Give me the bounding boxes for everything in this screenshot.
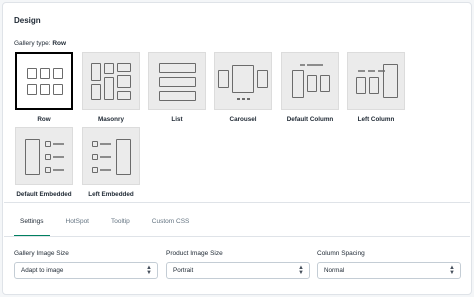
row-layout-icon[interactable] (15, 52, 73, 110)
layout-option-label: Row (37, 116, 51, 123)
layout-option-label: Masonry (98, 116, 124, 123)
design-card: Design Gallery type: Row Row Masonry Lis… (2, 2, 472, 295)
gallery-type-indicator: Gallery type: Row (14, 40, 66, 47)
select-arrows-icon: ▲ ▼ (146, 265, 152, 276)
layout-option-label: Default Embedded (16, 191, 72, 198)
layout-option-left-embedded[interactable]: Left Embedded (82, 127, 142, 198)
layout-option-masonry[interactable]: Masonry (82, 52, 142, 123)
layout-option-row[interactable]: Row (15, 52, 75, 123)
layout-option-label: Default Column (286, 116, 334, 123)
left-embedded-layout-icon[interactable] (82, 127, 140, 185)
gallery-type-value: Row (52, 40, 67, 47)
gallery-image-size-label: Gallery Image Size (14, 250, 69, 257)
carousel-layout-icon[interactable] (214, 52, 272, 110)
layout-option-label: Carousel (229, 116, 257, 123)
product-image-size-select[interactable]: Portrait ▲ ▼ (166, 262, 310, 279)
layout-option-default-embedded[interactable]: Default Embedded (15, 127, 75, 198)
layout-option-carousel[interactable]: Carousel (214, 52, 274, 123)
default-column-layout-icon[interactable] (281, 52, 339, 110)
layout-option-label: Left Embedded (88, 191, 134, 198)
tab-settings[interactable]: Settings (14, 213, 50, 237)
column-spacing-label: Column Spacing (317, 250, 365, 257)
layout-option-list[interactable]: List (148, 52, 208, 123)
layout-option-default-column[interactable]: Default Column (281, 52, 341, 123)
column-spacing-value: Normal (324, 267, 345, 274)
left-column-layout-icon[interactable] (347, 52, 405, 110)
layout-option-left-column[interactable]: Left Column (347, 52, 407, 123)
gallery-image-size-select[interactable]: Adapt to image ▲ ▼ (14, 262, 158, 279)
gallery-type-label: Gallery type: (14, 40, 51, 47)
gallery-image-size-field: Gallery Image Size Adapt to image ▲ ▼ (14, 250, 158, 279)
product-image-size-label: Product Image Size (166, 250, 223, 257)
masonry-layout-icon[interactable] (82, 52, 140, 110)
tab-hotspot[interactable]: HotSpot (60, 213, 96, 237)
select-arrows-icon: ▲ ▼ (449, 265, 455, 276)
section-title: Design (14, 16, 41, 25)
settings-tabs: Settings HotSpot Tooltip Custom CSS (14, 213, 205, 237)
tab-custom-css[interactable]: Custom CSS (146, 213, 196, 237)
gallery-image-size-value: Adapt to image (21, 267, 64, 274)
list-layout-icon[interactable] (148, 52, 206, 110)
layout-option-label: List (171, 116, 183, 123)
column-spacing-field: Column Spacing Normal ▲ ▼ (317, 250, 461, 279)
product-image-size-field: Product Image Size Portrait ▲ ▼ (166, 250, 310, 279)
column-spacing-select[interactable]: Normal ▲ ▼ (317, 262, 461, 279)
section-divider (4, 202, 470, 203)
default-embedded-layout-icon[interactable] (15, 127, 73, 185)
select-arrows-icon: ▲ ▼ (298, 265, 304, 276)
tab-tooltip[interactable]: Tooltip (105, 213, 136, 237)
tabs-divider (4, 236, 470, 237)
product-image-size-value: Portrait (173, 267, 194, 274)
layout-option-label: Left Column (357, 116, 395, 123)
